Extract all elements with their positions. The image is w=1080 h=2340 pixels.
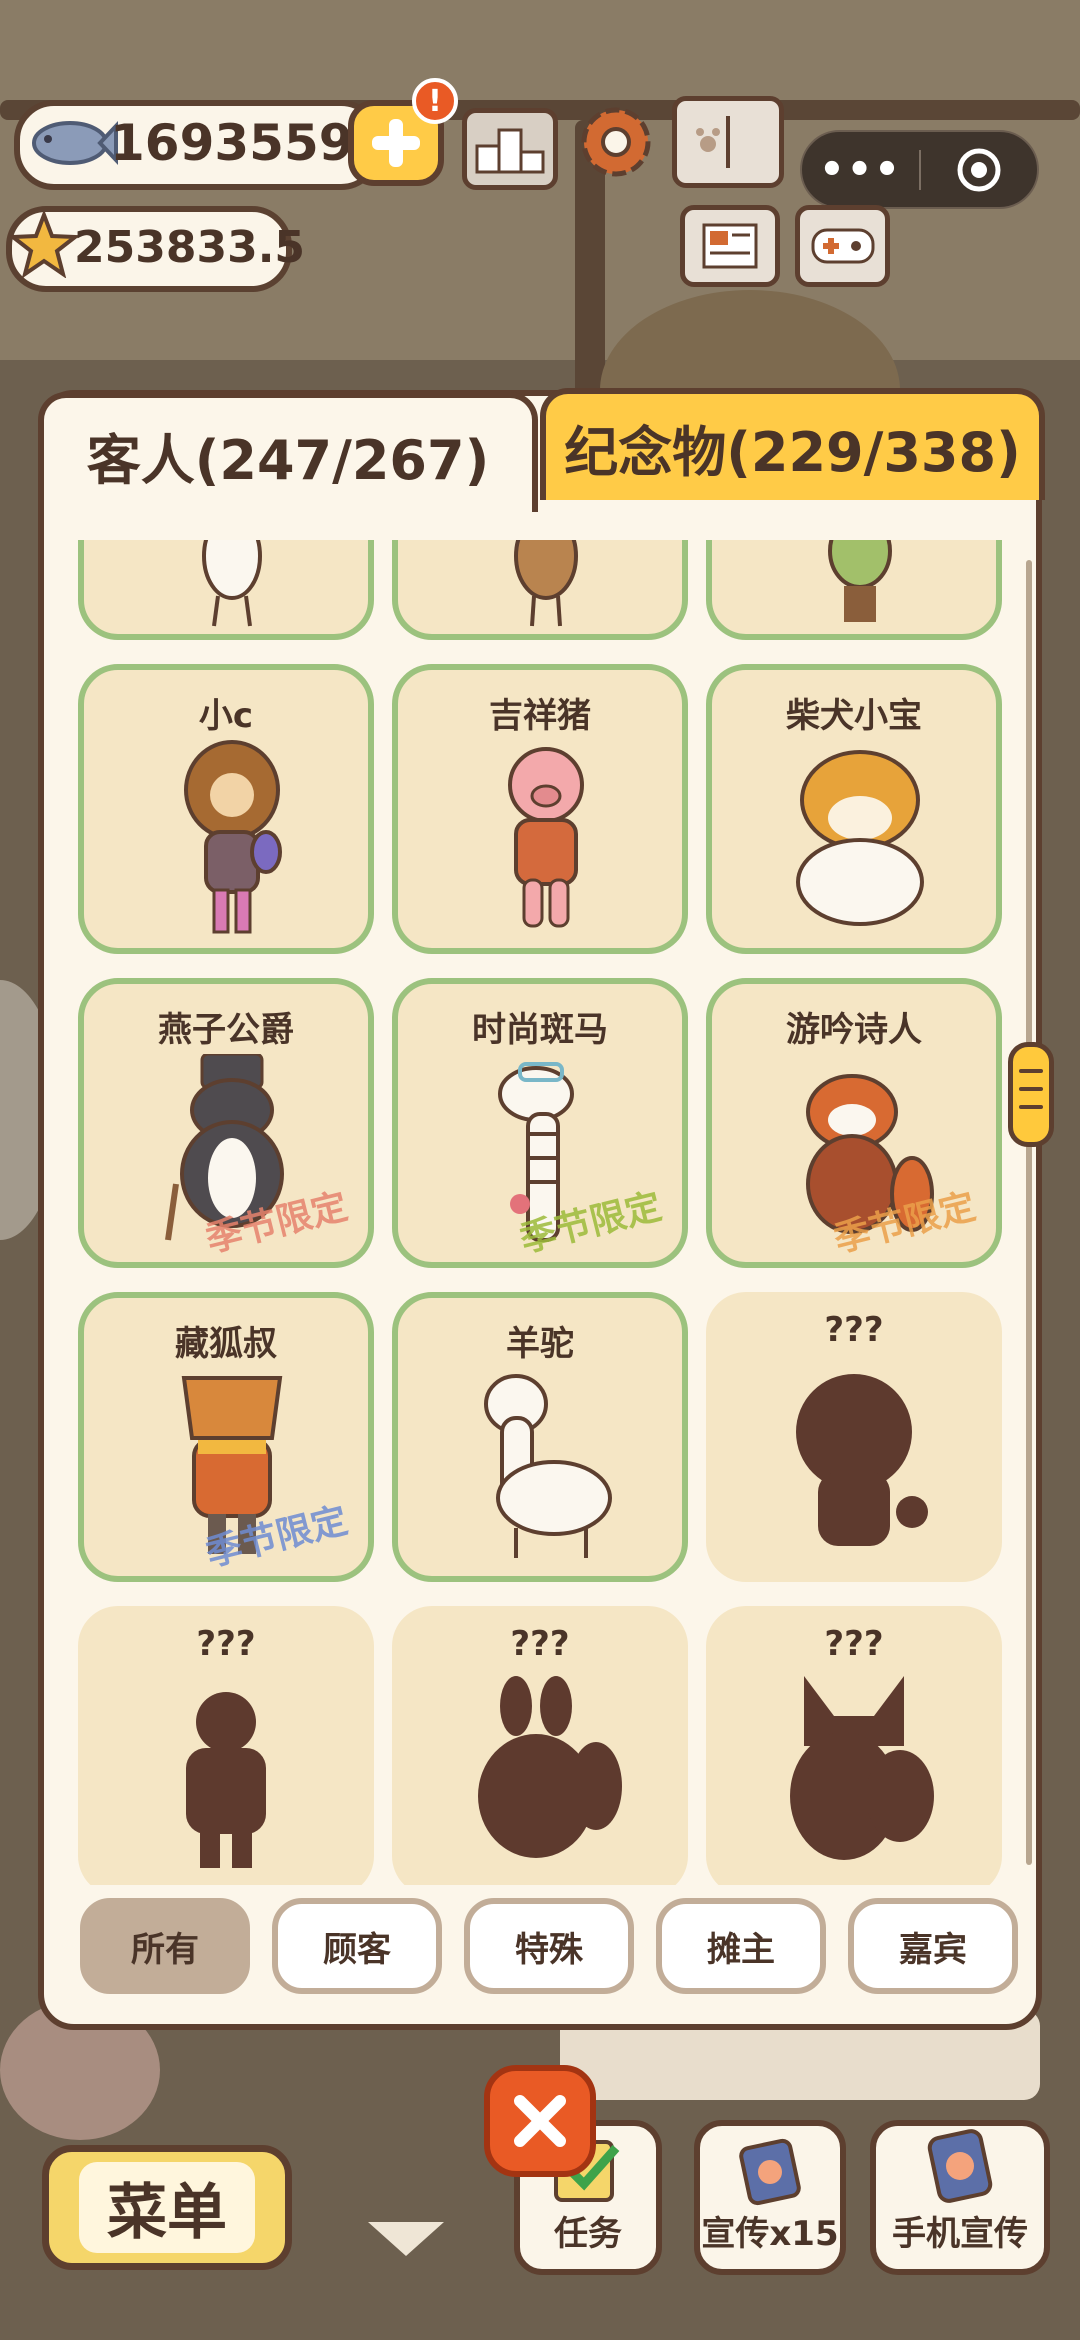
filter-label: 所有 [131, 1929, 199, 1970]
character-portrait-shiba [796, 750, 924, 926]
locked-silhouette-boy [186, 1692, 266, 1868]
locked-character-card[interactable]: ??? [392, 1606, 688, 1885]
guestbook-button[interactable] [672, 96, 784, 188]
close-button[interactable] [484, 2065, 596, 2177]
settings-button[interactable] [570, 96, 662, 188]
tab-guests[interactable]: 客人(247/267) [38, 392, 538, 512]
character-portrait-pig [508, 747, 584, 928]
character-name: 柴犬小宝 [786, 696, 922, 736]
filter-label: 嘉宾 [899, 1929, 967, 1970]
task-label: 任务 [554, 2214, 622, 2254]
podium-icon [475, 128, 545, 174]
filter-customer[interactable]: 顾客 [272, 1898, 442, 1994]
character-card[interactable]: 藏狐叔 季节限定 [78, 1292, 374, 1582]
character-card[interactable] [706, 540, 1002, 640]
promote-label: 宣传x15 [701, 2214, 839, 2254]
game-screen: 1693559 ! ••• 253833.5 纪念物(229/338) 客人(2… [0, 0, 1080, 2340]
more-options-icon[interactable]: ••• [802, 147, 919, 193]
character-name: 羊驼 [506, 1324, 574, 1364]
newspaper-icon [702, 223, 758, 269]
character-name: 藏狐叔 [175, 1324, 277, 1364]
gamepad-icon [811, 228, 874, 264]
character-name: 小c [198, 696, 254, 736]
paw-book-icon [696, 116, 730, 168]
tab-guests-label: 客人(247/267) [86, 428, 490, 492]
character-name: 游吟诗人 [786, 1010, 922, 1050]
filter-stall-owner[interactable]: 摊主 [656, 1898, 826, 1994]
menu-label: 菜单 [79, 2162, 255, 2253]
character-name: ??? [824, 1310, 884, 1350]
alert-badge-icon: ! [412, 78, 458, 124]
character-grid: 小c 吉祥猪 柴犬小宝 燕子公爵 季节限定 时尚斑马 季节限定 游吟诗人 季节限… [70, 540, 1010, 1885]
character-name: ??? [196, 1624, 256, 1664]
locked-silhouette-fox [790, 1676, 934, 1860]
character-card[interactable]: 羊驼 [392, 1292, 688, 1582]
promote-button[interactable]: 宣传x15 [694, 2120, 846, 2275]
locked-silhouette-squirrel [478, 1676, 622, 1858]
plus-icon [372, 119, 420, 167]
character-card[interactable]: 时尚斑马 季节限定 [392, 978, 688, 1268]
character-card[interactable] [392, 540, 688, 640]
fish-icon [32, 120, 118, 166]
phone-promote-label: 手机宣传 [892, 2214, 1028, 2254]
scroll-track[interactable] [1026, 560, 1032, 1865]
close-miniprogram-button[interactable] [921, 147, 1037, 193]
star-currency: 253833.5 [6, 206, 305, 292]
character-portrait-xiaoc [184, 740, 282, 934]
locked-character-card[interactable]: ??? [706, 1606, 1002, 1885]
promo-poster-icon [739, 2138, 801, 2206]
phone-promote-button[interactable]: 手机宣传 [870, 2120, 1050, 2275]
character-card[interactable] [78, 540, 374, 640]
filter-all[interactable]: 所有 [80, 1898, 250, 1994]
character-card[interactable]: 游吟诗人 季节限定 [706, 978, 1002, 1268]
character-card[interactable]: 吉祥猪 [392, 664, 688, 954]
filter-label: 摊主 [707, 1929, 775, 1970]
locked-character-card[interactable]: ??? [706, 1292, 1002, 1582]
filter-special[interactable]: 特殊 [464, 1898, 634, 1994]
miniprogram-capsule: ••• [800, 130, 1039, 209]
target-icon [957, 148, 1001, 191]
character-card[interactable]: 柴犬小宝 [706, 664, 1002, 954]
gear-icon [581, 107, 651, 177]
character-name: 时尚斑马 [472, 1010, 608, 1050]
chevron-down-icon[interactable] [368, 2222, 444, 2256]
newspaper-button[interactable] [680, 205, 780, 287]
character-name: ??? [824, 1624, 884, 1664]
star-icon [10, 212, 78, 278]
scroll-handle[interactable] [1008, 1042, 1054, 1147]
character-name: 吉祥猪 [489, 696, 591, 736]
character-name: 燕子公爵 [158, 1010, 294, 1050]
filter-label: 顾客 [323, 1929, 391, 1970]
fish-count: 1693559 [110, 114, 354, 172]
character-card[interactable]: 小c [78, 664, 374, 954]
character-portrait-alpaca [484, 1374, 612, 1558]
star-count: 253833.5 [74, 222, 306, 273]
character-card[interactable]: 燕子公爵 季节限定 [78, 978, 374, 1268]
tab-souvenirs[interactable]: 纪念物(229/338) [540, 388, 1045, 500]
locked-character-card[interactable]: ??? [78, 1606, 374, 1885]
locked-silhouette-lion [796, 1374, 928, 1546]
filter-label: 特殊 [515, 1929, 583, 1970]
ranking-button[interactable] [462, 108, 558, 190]
tab-souvenirs-label: 纪念物(229/338) [564, 420, 1021, 484]
character-name: ??? [510, 1624, 570, 1664]
close-icon [514, 2095, 566, 2147]
minigame-button[interactable] [795, 205, 890, 287]
menu-button[interactable]: 菜单 [42, 2145, 292, 2270]
fish-currency: 1693559 [14, 100, 381, 190]
phone-icon [927, 2129, 993, 2203]
filter-guest[interactable]: 嘉宾 [848, 1898, 1018, 1994]
